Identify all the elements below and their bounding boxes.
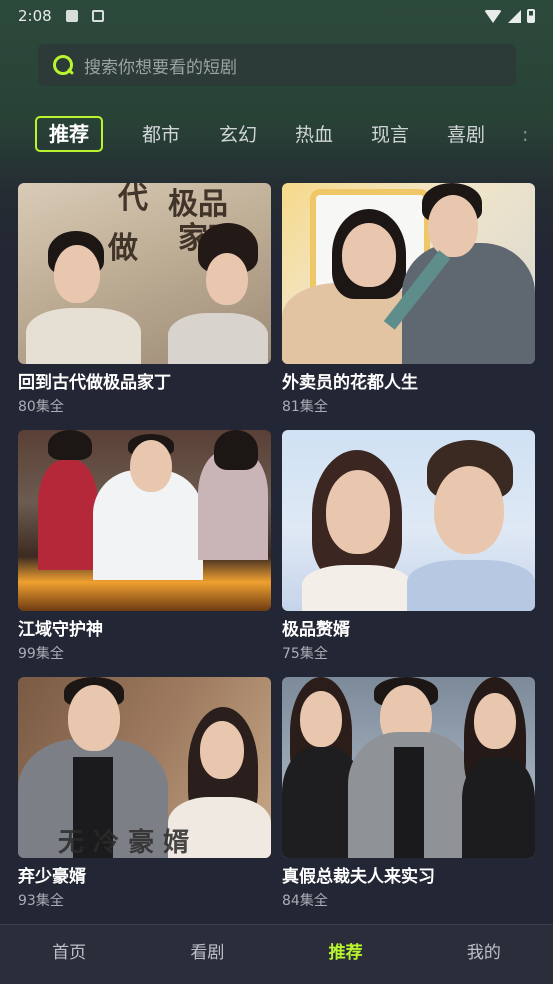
nav-home[interactable]: 首页 (0, 925, 138, 984)
drama-episode-count: 80集全 (18, 399, 64, 415)
search-bar[interactable]: 搜索你想要看的短剧 (38, 44, 516, 86)
drama-poster[interactable] (282, 183, 535, 364)
drama-poster[interactable]: 无 冷 豪 婿 (18, 677, 271, 858)
tab-fantasy[interactable]: 玄幻 (219, 116, 257, 154)
drama-episode-count: 84集全 (282, 893, 328, 909)
drama-episode-count: 99集全 (18, 646, 64, 662)
tab-action[interactable]: 热血 (295, 116, 333, 154)
drama-poster[interactable]: 代 做 极品 家丁 (18, 183, 271, 364)
drama-episode-count: 75集全 (282, 646, 328, 662)
drama-title[interactable]: 回到古代做极品家丁 (18, 372, 271, 394)
drama-poster[interactable] (282, 677, 535, 858)
drama-episode-count: 81集全 (282, 399, 328, 415)
drama-title[interactable]: 弃少豪婿 (18, 866, 271, 888)
drama-title[interactable]: 外卖员的花都人生 (282, 372, 535, 394)
drama-title[interactable]: 江域守护神 (18, 619, 271, 641)
drama-poster[interactable] (18, 430, 271, 611)
status-bar: 2:08 (0, 0, 553, 32)
battery-icon (527, 9, 535, 23)
nav-profile[interactable]: 我的 (415, 925, 553, 984)
drama-card[interactable]: 代 做 极品 家丁 回到古代做极品家丁 80集全 (18, 183, 271, 416)
drama-card[interactable]: 无 冷 豪 婿 弃少豪婿 93集全 (18, 677, 271, 910)
tab-recommend[interactable]: 推荐 (35, 116, 103, 152)
category-tabs: 推荐 都市 玄幻 热血 现言 喜剧 : (0, 116, 553, 156)
status-indicators (484, 9, 535, 23)
app-screen: 2:08 搜索你想要看的短剧 推荐 都市 玄幻 热血 现言 喜剧 : 代 做 极… (0, 0, 553, 984)
notification-icon (65, 10, 78, 22)
wifi-icon (484, 9, 502, 23)
nav-watch[interactable]: 看剧 (138, 925, 276, 984)
cell-signal-icon (508, 9, 521, 23)
drama-episode-count: 93集全 (18, 893, 64, 909)
tab-urban[interactable]: 都市 (142, 116, 180, 154)
drama-card[interactable]: 极品赘婿 75集全 (282, 430, 535, 663)
search-placeholder: 搜索你想要看的短剧 (84, 57, 237, 78)
search-icon (52, 54, 74, 76)
drama-card[interactable]: 真假总裁夫人来实习 84集全 (282, 677, 535, 910)
tab-overflow-indicator: : (522, 124, 529, 146)
tab-romance[interactable]: 现言 (371, 116, 409, 154)
drama-card[interactable]: 江域守护神 99集全 (18, 430, 271, 663)
status-time: 2:08 (18, 7, 52, 25)
drama-card[interactable]: 外卖员的花都人生 81集全 (282, 183, 535, 416)
drama-title[interactable]: 极品赘婿 (282, 619, 535, 641)
drama-title[interactable]: 真假总裁夫人来实习 (282, 866, 535, 888)
bottom-nav: 首页 看剧 推荐 我的 (0, 924, 553, 984)
app-notification-icon (91, 10, 104, 22)
drama-poster[interactable] (282, 430, 535, 611)
nav-recommend[interactable]: 推荐 (277, 925, 415, 984)
tab-comedy[interactable]: 喜剧 (447, 116, 485, 154)
